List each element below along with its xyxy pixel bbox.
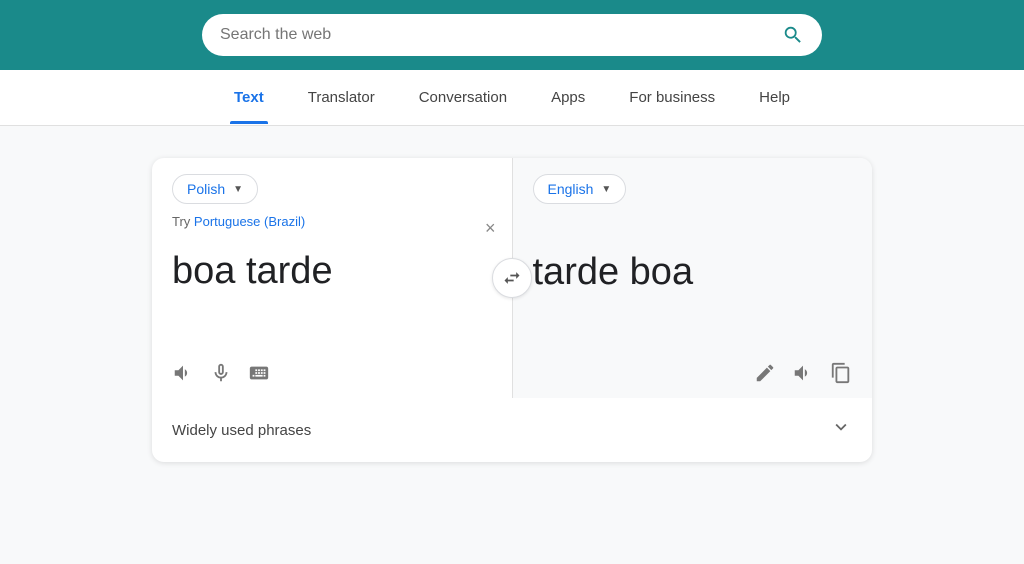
copy-icon [830,362,852,384]
nav-apps[interactable]: Apps [547,71,589,124]
source-language-label: Polish [187,181,225,197]
mic-button[interactable] [210,362,232,384]
translate-card: Polish ▼ Try Portuguese (Brazil) boa tar… [152,158,872,462]
target-text: tarde boa [533,250,853,296]
swap-button[interactable] [492,258,532,298]
nav-for-business[interactable]: For business [625,71,719,124]
phrases-label: Widely used phrases [172,422,311,439]
try-suggestion: Try Portuguese (Brazil) [172,214,492,229]
source-panel: Polish ▼ Try Portuguese (Brazil) boa tar… [152,158,513,398]
search-bar [202,14,822,56]
target-panel-icons [754,362,852,384]
source-panel-icons [172,362,270,384]
nav-conversation[interactable]: Conversation [415,71,511,124]
search-input[interactable] [220,26,772,44]
nav: Text Translator Conversation Apps For bu… [0,70,1024,126]
source-language-arrow: ▼ [233,184,243,195]
nav-text[interactable]: Text [230,71,268,124]
volume-target-icon [792,362,814,384]
try-suggestion-link[interactable]: Portuguese (Brazil) [194,214,305,229]
search-button[interactable] [782,24,804,46]
nav-translator[interactable]: Translator [304,71,379,124]
header [0,0,1024,70]
mic-icon [210,362,232,384]
translator-area: Polish ▼ Try Portuguese (Brazil) boa tar… [152,158,872,398]
copy-button[interactable] [830,362,852,384]
try-label: Try [172,214,190,229]
search-icon [782,24,804,46]
phrases-row[interactable]: Widely used phrases [152,398,872,462]
keyboard-icon [248,362,270,384]
keyboard-button[interactable] [248,362,270,384]
volume-source-icon [172,362,194,384]
pencil-icon [754,362,776,384]
target-language-selector[interactable]: English ▼ [533,174,627,204]
swap-icon [502,268,522,288]
pencil-button[interactable] [754,362,776,384]
clear-button[interactable]: × [485,218,496,239]
target-language-arrow: ▼ [601,184,611,195]
source-language-selector[interactable]: Polish ▼ [172,174,258,204]
target-language-label: English [548,181,594,197]
main: Polish ▼ Try Portuguese (Brazil) boa tar… [0,126,1024,494]
nav-help[interactable]: Help [755,71,794,124]
target-panel: English ▼ tarde boa [513,158,873,398]
source-volume-button[interactable] [172,362,194,384]
source-text[interactable]: boa tarde [172,249,492,295]
chevron-down-icon [830,416,852,444]
target-volume-button[interactable] [792,362,814,384]
